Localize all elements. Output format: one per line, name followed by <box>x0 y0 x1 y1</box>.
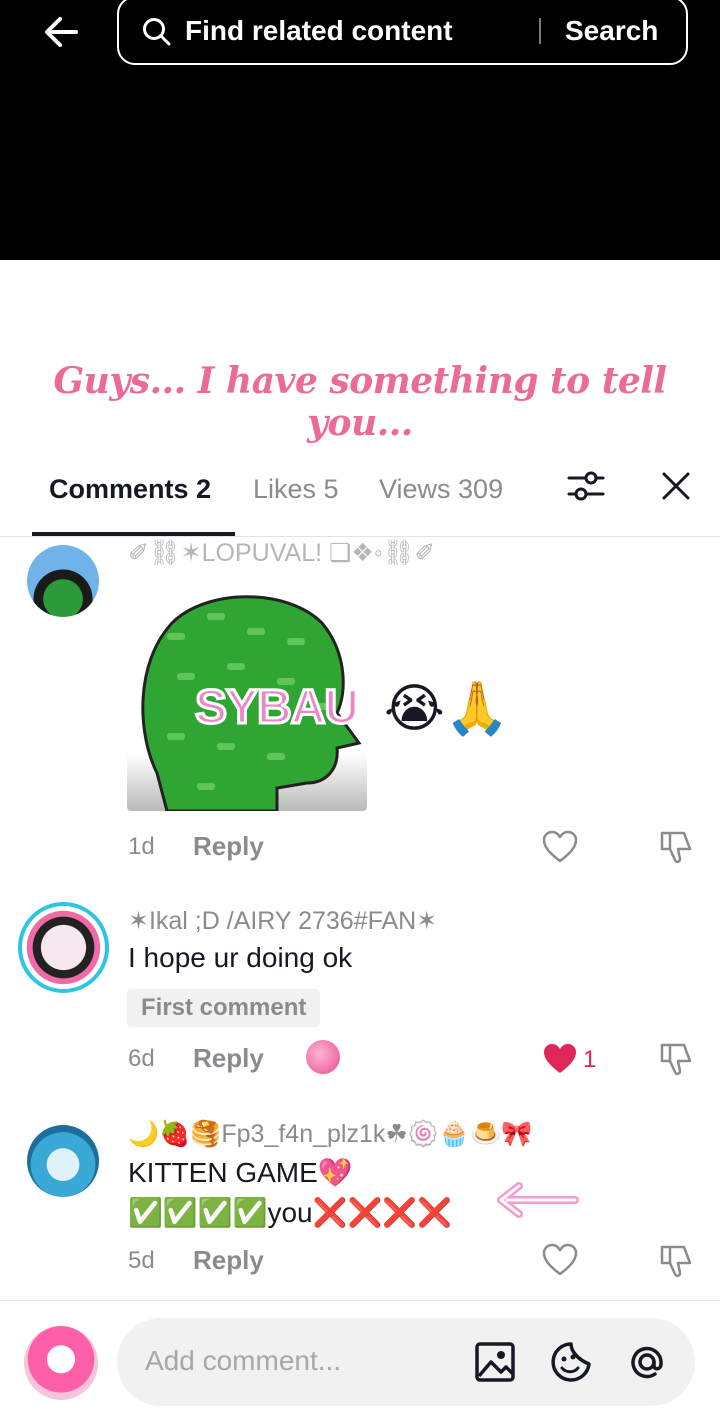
tab-likes[interactable]: Likes 5 <box>253 474 339 505</box>
dislike-icon[interactable] <box>658 1041 694 1077</box>
comment-input-placeholder: Add comment... <box>145 1345 342 1376</box>
comment-time: 1d <box>128 833 155 860</box>
dislike-icon[interactable] <box>658 829 694 865</box>
comment-time: 6d <box>128 1045 155 1072</box>
first-comment-badge: First comment <box>127 989 321 1027</box>
comment-username[interactable]: ✐⛓✶LOPUVAL! ❏❖◦⛓✐ <box>128 538 435 568</box>
avatar[interactable] <box>27 545 99 617</box>
left-arrow-icon <box>497 1182 579 1218</box>
video-area: Find related content Search <box>0 0 720 260</box>
my-avatar[interactable] <box>24 1326 98 1400</box>
heart-icon[interactable] <box>542 1243 578 1277</box>
image-icon[interactable] <box>473 1340 517 1384</box>
search-icon <box>143 18 171 46</box>
avatar[interactable] <box>27 1125 99 1197</box>
comment-username[interactable]: ✶Ikal ;D /AIRY 2736#FAN✶ <box>128 906 437 936</box>
comment-text: KITTEN GAME💖 <box>128 1157 353 1188</box>
reply-button[interactable]: Reply <box>193 1245 264 1276</box>
comment-emojis: 😭🙏 <box>384 679 510 739</box>
close-icon[interactable] <box>660 470 692 502</box>
tab-views[interactable]: Views 309 <box>379 474 503 505</box>
reply-button[interactable]: Reply <box>193 1043 264 1074</box>
comment-input[interactable]: Add comment... <box>117 1318 695 1406</box>
heart-filled-icon[interactable] <box>542 1042 578 1076</box>
tabs-divider <box>0 536 720 537</box>
sticker-caption: SYBAU <box>193 680 360 736</box>
tab-comments[interactable]: Comments 2 <box>49 474 211 505</box>
emoji-sticker-icon[interactable] <box>549 1340 593 1384</box>
composer-divider <box>0 1300 720 1301</box>
tab-bar: Comments 2 Likes 5 Views 309 <box>0 460 720 538</box>
comment-text: I hope ur doing ok <box>128 942 353 973</box>
comment-time: 5d <box>128 1247 155 1274</box>
video-caption: Guys... I have something to tell you... <box>53 360 667 444</box>
search-input[interactable]: Find related content <box>185 15 453 47</box>
heart-icon[interactable] <box>542 830 578 864</box>
search-button[interactable]: Search <box>565 15 658 47</box>
reply-button[interactable]: Reply <box>193 831 264 862</box>
filter-sliders-icon[interactable] <box>567 468 605 504</box>
avatar[interactable] <box>18 902 109 993</box>
like-count: 1 <box>583 1046 597 1073</box>
creator-liked-avatar <box>306 1040 340 1074</box>
back-arrow-icon[interactable] <box>40 10 84 54</box>
search-divider <box>539 18 541 44</box>
comment-username[interactable]: 🌙🍓🥞Fp3_f4n_plz1k☘🍥🧁🍮🎀 <box>128 1119 532 1149</box>
search-bar[interactable]: Find related content Search <box>117 0 688 65</box>
dislike-icon[interactable] <box>658 1243 694 1279</box>
comment-text-line2: ✅✅✅✅you❌❌❌❌ <box>128 1197 453 1228</box>
mention-icon[interactable] <box>625 1340 669 1384</box>
